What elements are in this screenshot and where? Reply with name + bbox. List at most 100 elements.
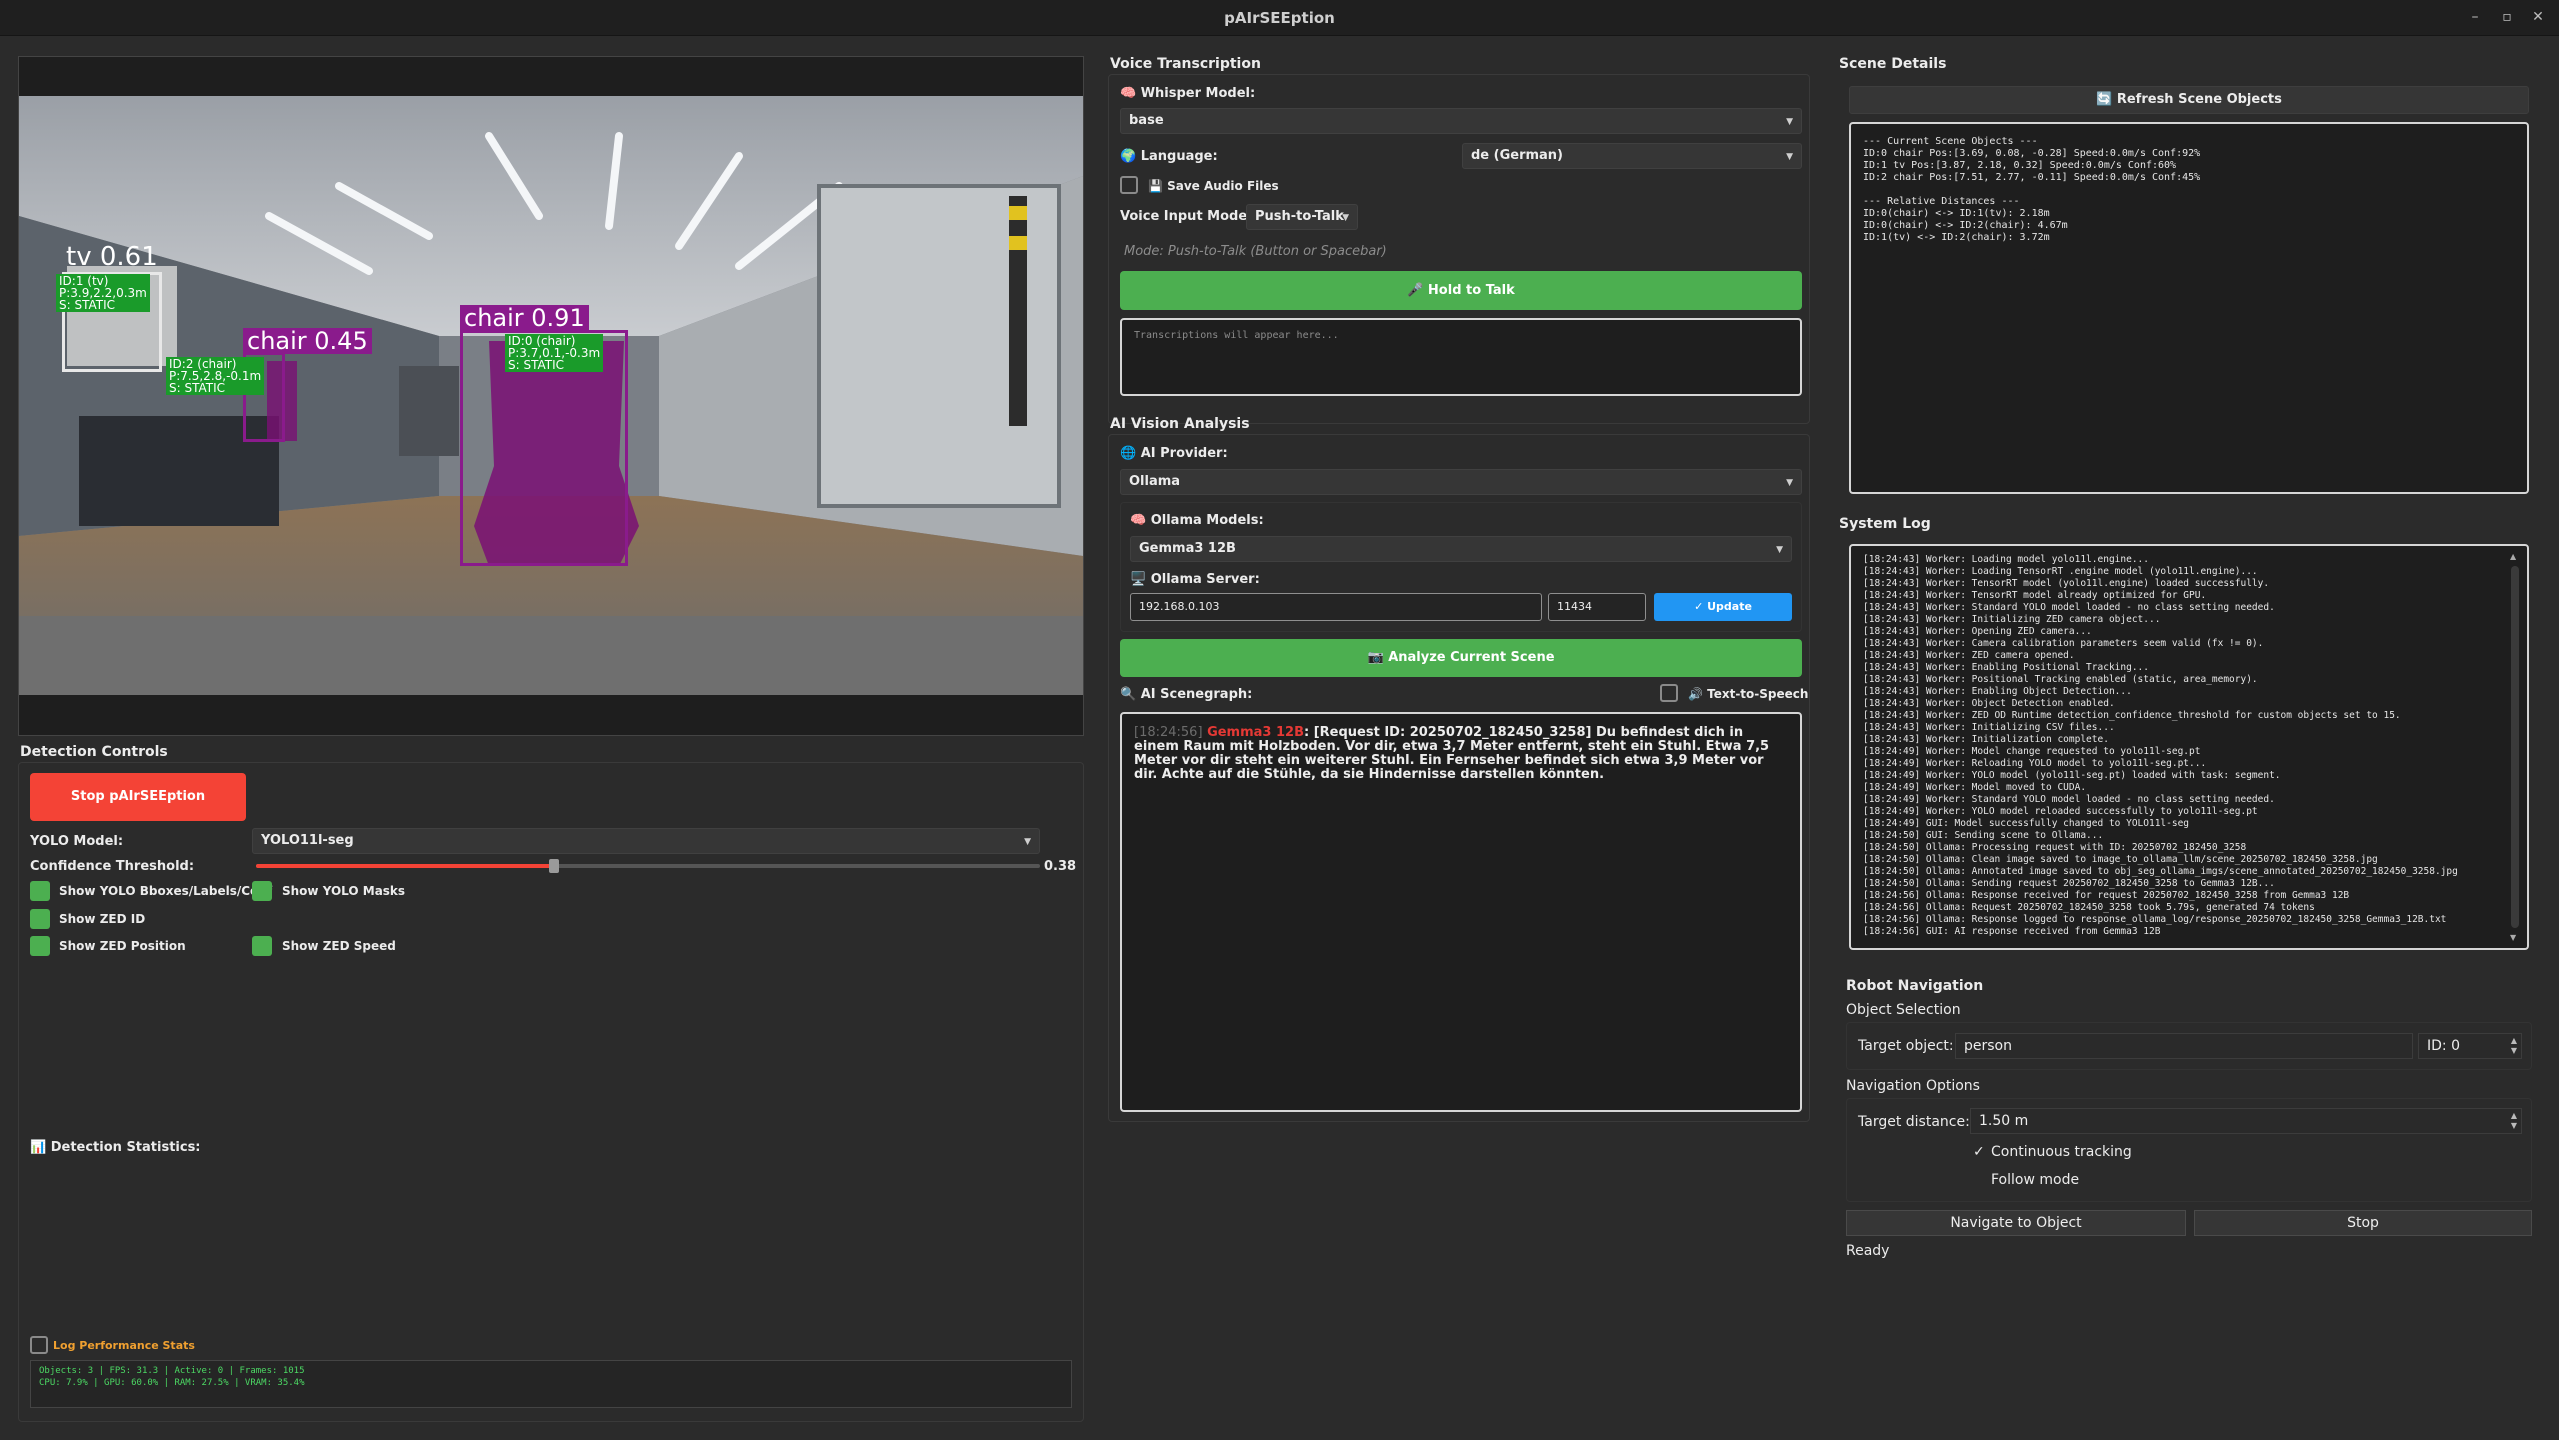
ai-provider-select[interactable]: Ollama ▼ bbox=[1120, 469, 1802, 495]
log-scrollbar[interactable]: ▲ ▼ bbox=[2508, 552, 2522, 942]
system-log-box: [18:24:43] Worker: Loading model yolo11l… bbox=[1849, 544, 2529, 950]
continuous-tracking-checkbox[interactable]: ✓ bbox=[1973, 1144, 1985, 1160]
response-model: Gemma3 12B bbox=[1207, 725, 1304, 740]
log-line: [18:24:50] Ollama: Processing request wi… bbox=[1863, 842, 2247, 853]
chevron-down-icon: ▼ bbox=[1342, 213, 1349, 223]
object-selection-title: Object Selection bbox=[1846, 1002, 1961, 1018]
log-line: [18:24:49] Worker: YOLO model (yolo11l-s… bbox=[1863, 770, 2281, 781]
hold-to-talk-button[interactable]: 🎤 Hold to Talk bbox=[1120, 271, 1802, 310]
target-distance-spinbox[interactable]: 1.50 m ▲ ▼ bbox=[1970, 1108, 2522, 1134]
voice-input-mode-label: Voice Input Mode: bbox=[1120, 209, 1253, 224]
ai-provider-value: Ollama bbox=[1129, 474, 1181, 489]
scroll-up-icon[interactable]: ▲ bbox=[2510, 552, 2516, 561]
log-performance-label: Log Performance Stats bbox=[53, 1339, 195, 1352]
bboxes-checkbox[interactable] bbox=[30, 881, 50, 901]
ai-response-box: [18:24:56] Gemma3 12B: [Request ID: 2025… bbox=[1120, 712, 1802, 1112]
yolo-model-select[interactable]: YOLO11l-seg ▼ bbox=[252, 828, 1040, 854]
chair2-info: ID:2 (chair) P:7.5,2.8,-0.1m S: STATIC bbox=[166, 357, 265, 395]
log-line: [18:24:56] Ollama: Request 20250702_1824… bbox=[1863, 902, 2315, 913]
ollama-server-ip-input[interactable]: 192.168.0.103 bbox=[1130, 593, 1542, 621]
ollama-models-value: Gemma3 12B bbox=[1139, 541, 1236, 556]
scene-line: ID:0(chair) <-> ID:2(chair): 4.67m bbox=[1863, 220, 2068, 231]
continuous-tracking-label: Continuous tracking bbox=[1991, 1144, 2132, 1160]
log-line: [18:24:50] Ollama: Annotated image saved… bbox=[1863, 866, 2458, 877]
log-scrollbar-thumb[interactable] bbox=[2511, 566, 2519, 928]
save-audio-checkbox[interactable] bbox=[1120, 176, 1138, 194]
log-line: [18:24:49] Worker: Reloading YOLO model … bbox=[1863, 758, 2207, 769]
log-performance-checkbox[interactable] bbox=[30, 1336, 48, 1354]
log-line: [18:24:49] GUI: Model successfully chang… bbox=[1863, 818, 2190, 829]
system-log-title: System Log bbox=[1839, 516, 1931, 532]
masks-checkbox[interactable] bbox=[252, 881, 272, 901]
yolo-model-value: YOLO11l-seg bbox=[261, 833, 354, 848]
mode-hint: Mode: Push-to-Talk (Button or Spacebar) bbox=[1124, 244, 1387, 259]
target-distance-label: Target distance: bbox=[1858, 1114, 1970, 1130]
log-line: [18:24:43] Worker: ZED camera opened. bbox=[1863, 650, 2075, 661]
confidence-slider-track[interactable] bbox=[256, 859, 1040, 873]
detection-statistics-title: 📊 Detection Statistics: bbox=[30, 1140, 201, 1155]
voice-input-mode-select[interactable]: Push-to-Talk ▼ bbox=[1246, 204, 1358, 230]
chair2-label: chair 0.45 bbox=[243, 328, 372, 354]
ollama-server-port-input[interactable]: 11434 bbox=[1548, 593, 1646, 621]
spinbox-arrows-icon[interactable]: ▲ ▼ bbox=[2511, 1036, 2517, 1056]
voice-transcription-title: Voice Transcription bbox=[1110, 56, 1261, 72]
language-select[interactable]: de (German) ▼ bbox=[1462, 143, 1802, 169]
tts-checkbox[interactable] bbox=[1660, 684, 1678, 702]
spinbox-arrows-icon[interactable]: ▲ ▼ bbox=[2511, 1111, 2517, 1131]
scene-line: ID:1 tv Pos:[3.87, 2.18, 0.32] Speed:0.0… bbox=[1863, 160, 2177, 171]
refresh-scene-button[interactable]: 🔄 Refresh Scene Objects bbox=[1849, 86, 2529, 114]
minimize-icon[interactable]: – bbox=[2464, 6, 2486, 28]
log-line: [18:24:43] Worker: Opening ZED camera... bbox=[1863, 626, 2092, 637]
ollama-models-select[interactable]: Gemma3 12B ▼ bbox=[1130, 536, 1792, 562]
target-distance-value: 1.50 m bbox=[1979, 1113, 2029, 1129]
log-line: [18:24:43] Worker: Camera calibration pa… bbox=[1863, 638, 2264, 649]
save-audio-label: 💾 Save Audio Files bbox=[1148, 179, 1279, 193]
tts-label: 🔊 Text-to-Speech bbox=[1688, 687, 1809, 701]
zed-speed-checkbox[interactable] bbox=[252, 936, 272, 956]
scene-line: ID:0 chair Pos:[3.69, 0.08, -0.28] Speed… bbox=[1863, 148, 2201, 159]
maximize-icon[interactable]: ▫ bbox=[2496, 6, 2518, 28]
transcription-placeholder: Transcriptions will appear here... bbox=[1134, 330, 1339, 341]
detection-controls-title: Detection Controls bbox=[20, 744, 168, 760]
chevron-down-icon: ▼ bbox=[1786, 117, 1793, 127]
ollama-server-label: 🖥️ Ollama Server: bbox=[1130, 572, 1260, 587]
log-line: [18:24:49] Worker: YOLO model reloaded s… bbox=[1863, 806, 2258, 817]
response-timestamp: [18:24:56] bbox=[1134, 725, 1203, 740]
log-line: [18:24:43] Worker: Initializing CSV file… bbox=[1863, 722, 2115, 733]
log-line: [18:24:56] GUI: AI response received fro… bbox=[1863, 926, 2161, 937]
chevron-down-icon: ▼ bbox=[1776, 545, 1783, 555]
log-line: [18:24:43] Worker: TensorRT model alread… bbox=[1863, 590, 2207, 601]
log-line: [18:24:50] Ollama: Clean image saved to … bbox=[1863, 854, 2378, 865]
language-value: de (German) bbox=[1471, 148, 1564, 163]
navigation-options-title: Navigation Options bbox=[1846, 1078, 1980, 1094]
log-line: [18:24:49] Worker: Model change requeste… bbox=[1863, 746, 2201, 757]
nav-stop-button[interactable]: Stop bbox=[2194, 1210, 2532, 1236]
stop-pairseeption-button[interactable]: Stop pAIrSEEption bbox=[30, 773, 246, 821]
update-server-button[interactable]: ✓ Update bbox=[1654, 593, 1792, 621]
whisper-model-select[interactable]: base ▼ bbox=[1120, 108, 1802, 134]
navigate-to-object-button[interactable]: Navigate to Object bbox=[1846, 1210, 2186, 1236]
whisper-model-value: base bbox=[1129, 113, 1164, 128]
log-line: [18:24:43] Worker: Enabling Object Detec… bbox=[1863, 686, 2132, 697]
zed-id-checkbox[interactable] bbox=[30, 909, 50, 929]
log-line: [18:24:43] Worker: Initialization comple… bbox=[1863, 734, 2109, 745]
target-id-spinbox[interactable]: ID: 0 ▲ ▼ bbox=[2418, 1033, 2522, 1059]
chevron-down-icon: ▼ bbox=[1786, 478, 1793, 488]
ai-scenegraph-label: 🔍 AI Scenegraph: bbox=[1120, 687, 1253, 702]
zed-position-checkbox[interactable] bbox=[30, 936, 50, 956]
analyze-scene-button[interactable]: 📷 Analyze Current Scene bbox=[1120, 639, 1802, 677]
scene-details-title: Scene Details bbox=[1839, 56, 1947, 72]
target-object-input[interactable]: person bbox=[1955, 1033, 2413, 1059]
window-title: pAIrSEEption bbox=[1224, 9, 1335, 27]
log-line: [18:24:50] GUI: Sending scene to Ollama.… bbox=[1863, 830, 2104, 841]
scroll-down-icon[interactable]: ▼ bbox=[2510, 933, 2516, 942]
language-label: 🌍 Language: bbox=[1120, 149, 1218, 164]
scene-line: ID:2 chair Pos:[7.51, 2.77, -0.11] Speed… bbox=[1863, 172, 2201, 183]
confidence-label: Confidence Threshold: bbox=[30, 859, 195, 874]
confidence-slider-handle[interactable] bbox=[548, 859, 559, 873]
follow-mode-checkbox[interactable] bbox=[1973, 1174, 1985, 1186]
log-line: [18:24:43] Worker: Loading model yolo11l… bbox=[1863, 554, 2149, 565]
close-icon[interactable]: ✕ bbox=[2527, 6, 2549, 28]
confidence-slider-fill bbox=[256, 864, 554, 868]
log-line: [18:24:43] Worker: TensorRT model (yolo1… bbox=[1863, 578, 2270, 589]
